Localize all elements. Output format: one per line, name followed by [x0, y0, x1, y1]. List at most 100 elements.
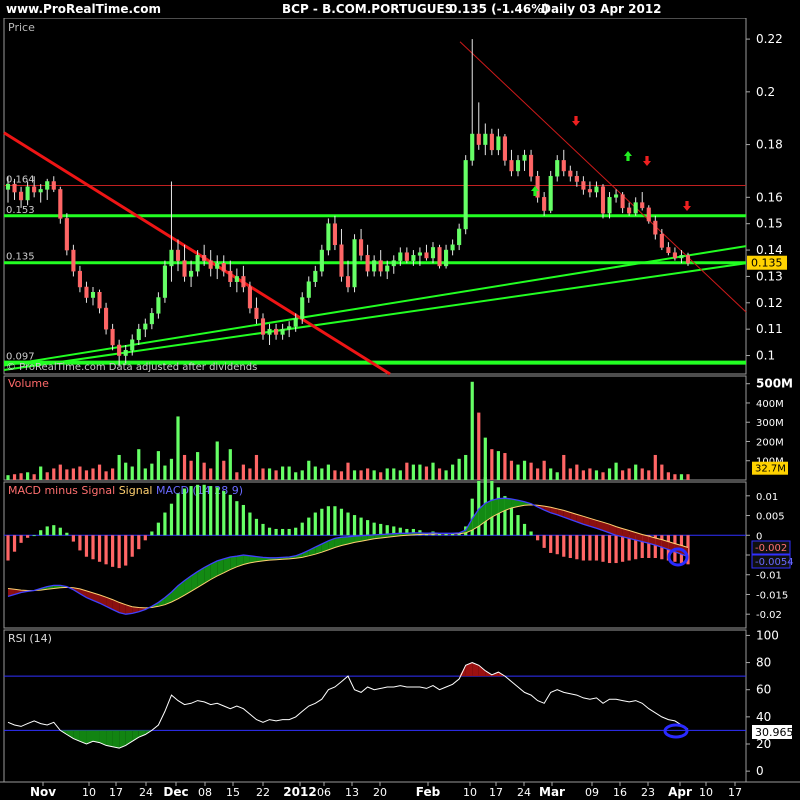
candle-body	[149, 313, 154, 325]
x-tick-label: Nov	[30, 785, 56, 799]
volume-bar	[78, 466, 82, 480]
candle-body	[260, 318, 266, 335]
candle-body	[38, 189, 43, 193]
candle-body	[476, 133, 481, 145]
rsi-oversold-fill	[106, 730, 113, 747]
macd-hist-bar	[261, 523, 265, 536]
x-tick-label: Mar	[539, 785, 565, 799]
macd-hist-bar	[307, 517, 311, 536]
macd-hist-bar	[562, 535, 566, 557]
candle-body	[404, 252, 409, 261]
symbol-name: BCP - B.COM.PORTUGUES	[282, 2, 454, 16]
volume-bar	[52, 468, 56, 480]
rsi-tick-label: 0	[756, 764, 764, 778]
candle-body	[202, 255, 207, 261]
macd-tick-label: -0.01	[756, 571, 782, 582]
candle-body	[58, 189, 63, 219]
macd-hist-bar	[189, 486, 193, 536]
candle-body	[300, 297, 305, 319]
candle-body	[130, 339, 135, 351]
macd-hist-bar	[39, 530, 43, 536]
macd-hist-bar	[71, 535, 75, 542]
price-tick-label: 0.22	[756, 32, 783, 46]
volume-bar	[464, 454, 468, 480]
macd-hist-bar	[111, 535, 115, 567]
volume-bar	[581, 470, 585, 480]
volume-tick-label: 500M	[756, 377, 793, 391]
x-tick-label: 17	[109, 786, 123, 799]
macd-hist-bar	[84, 535, 89, 557]
volume-bar	[209, 468, 213, 480]
macd-hist-bar	[509, 506, 514, 536]
rsi-tick-label: 100	[756, 628, 779, 642]
volume-bar	[437, 468, 442, 480]
candle-body	[502, 136, 507, 161]
candle-body	[489, 133, 494, 151]
volume-bar	[411, 464, 415, 480]
volume-bar	[12, 474, 17, 480]
volume-bar	[575, 464, 579, 480]
price-tick-label: 0.13	[756, 269, 783, 283]
macd-title-signal: Signal	[119, 484, 156, 497]
macd-hist-bar	[45, 526, 49, 536]
candle-body	[280, 328, 285, 335]
chart-header: www.ProRealTime.com BCP - B.COM.PORTUGUE…	[0, 0, 800, 18]
volume-bar	[339, 471, 344, 480]
volume-bar	[248, 468, 252, 480]
candle-body	[463, 160, 468, 230]
volume-bar	[496, 451, 500, 480]
x-tick-label: Apr	[668, 785, 692, 799]
candle-body	[104, 307, 109, 330]
macd-hist-bar	[274, 528, 278, 536]
candle-body	[136, 328, 141, 340]
quote-change: 0.135 (-1.46%)	[449, 2, 549, 16]
candle-body	[640, 202, 645, 209]
volume-bar	[320, 468, 324, 480]
volume-bar	[326, 464, 330, 480]
macd-hist-bar	[228, 494, 232, 536]
candle-body	[189, 270, 194, 277]
macd-hist-bar	[333, 506, 337, 536]
volume-bar	[385, 468, 389, 480]
candle-body	[51, 181, 56, 190]
rsi-title: RSI (14)	[8, 632, 52, 645]
candle-body	[45, 181, 50, 190]
candle-body	[169, 249, 174, 267]
volume-bar	[627, 468, 631, 480]
candle-body	[672, 252, 677, 259]
volume-bar	[490, 449, 494, 480]
volume-bar	[405, 462, 409, 480]
x-tick-label: 15	[226, 786, 240, 799]
macd-hist-bar	[26, 535, 30, 538]
x-tick-label: 22	[256, 786, 270, 799]
x-tick-label: 2012	[283, 785, 316, 799]
candle-body	[424, 252, 429, 259]
x-tick-label: Feb	[416, 785, 441, 799]
macd-hist-bar	[209, 486, 213, 536]
macd-hist-bar	[176, 493, 180, 536]
candle-body	[646, 207, 651, 222]
candle-body	[607, 197, 612, 214]
candle-body	[411, 255, 416, 261]
candle-body	[529, 154, 534, 177]
volume-tick-label: 200M	[756, 437, 784, 448]
volume-bar	[568, 468, 572, 480]
macd-hist-bar	[32, 535, 36, 537]
macd-hist-bar	[326, 506, 330, 536]
volume-bar	[241, 464, 245, 480]
price-tick-label: 0.18	[756, 138, 783, 152]
candle-body	[594, 186, 599, 193]
candle-body	[71, 249, 76, 272]
candle-body	[339, 244, 344, 277]
volume-bar	[470, 381, 474, 480]
volume-bar	[182, 454, 187, 480]
volume-bar	[594, 470, 599, 480]
volume-bar	[549, 468, 553, 480]
macd-hist-bar	[607, 535, 612, 564]
site-name[interactable]: www.ProRealTime.com	[6, 2, 161, 16]
volume-bar	[457, 458, 461, 480]
candle-body	[12, 183, 17, 193]
volume-bar	[124, 462, 128, 480]
volume-last-label: 32.7M	[755, 464, 786, 475]
macd-hist-bar	[601, 535, 605, 562]
